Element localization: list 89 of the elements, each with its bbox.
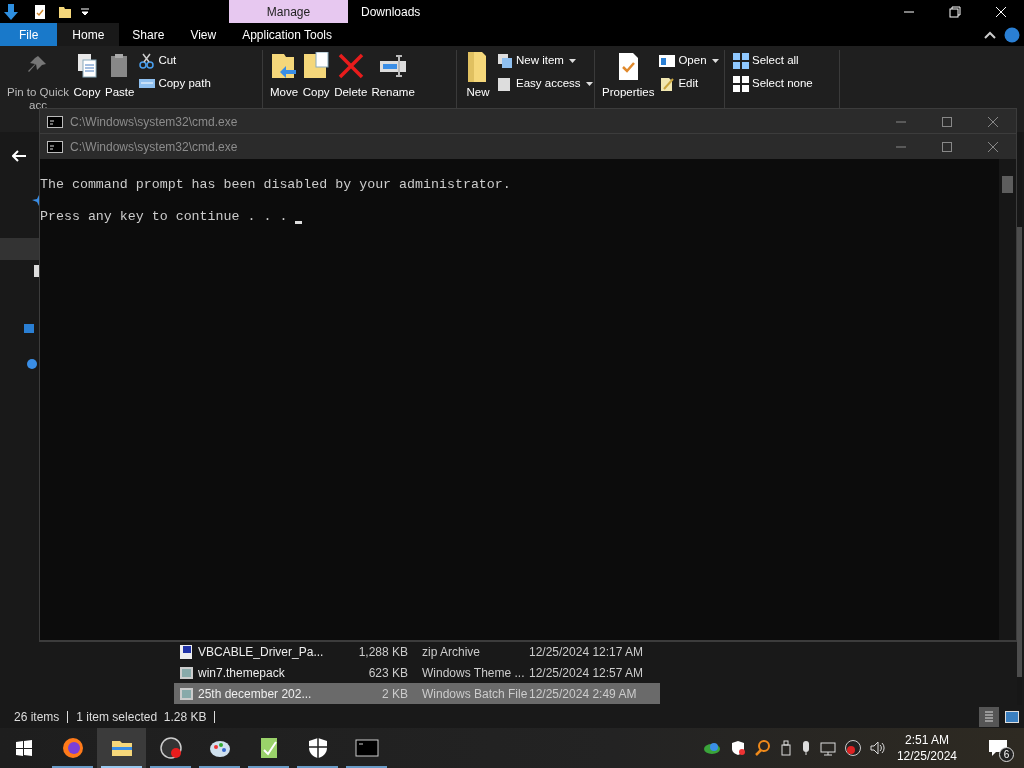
ribbon-button[interactable]: Edit: [659, 75, 719, 93]
ribbon-tab[interactable]: Home: [57, 23, 120, 46]
ribbon-tab[interactable]: File: [0, 23, 58, 46]
maximize-icon: [941, 140, 953, 153]
file-date: 12/25/2024 2:49 AM: [529, 685, 637, 703]
ribbon-tab[interactable]: Application Tools: [229, 23, 346, 46]
select-all-icon: [733, 52, 749, 69]
open-icon: [659, 52, 676, 69]
dropdown-caret-icon: [711, 58, 719, 63]
taskbar-app[interactable]: [97, 728, 146, 768]
window-title: C:\Windows\system32\cmd.exe: [70, 113, 238, 131]
file-row[interactable]: 25th december 202... 2 KB Windows Batch File 12/25/2024 2:49 AM: [174, 683, 660, 704]
file-size: 1,288 KB: [357, 643, 408, 661]
ribbon-button[interactable]: New: [463, 50, 493, 99]
maximize-icon: [941, 115, 953, 128]
context-tab-header: Manage: [229, 0, 348, 23]
file-name: 25th december 202...: [197, 685, 313, 703]
usb-icon: [779, 740, 792, 756]
ribbon-button[interactable]: Copy: [72, 50, 102, 99]
window-title: Downloads: [360, 3, 422, 21]
scrollbar[interactable]: [999, 159, 1016, 640]
status-text: 1 item selected 1.28 KB: [76, 709, 207, 726]
record-icon: [844, 740, 861, 756]
ribbon-button[interactable]: Copy: [301, 50, 332, 99]
ribbon-button[interactable]: Cut: [139, 52, 211, 70]
close-icon: [995, 5, 1007, 18]
file-name: VBCABLE_Driver_Pa...: [197, 643, 325, 661]
ribbon-button[interactable]: Select none: [733, 75, 813, 93]
file-size: 2 KB: [381, 685, 408, 703]
security-icon: [729, 740, 746, 756]
download-arrow-icon: [4, 3, 18, 20]
ribbon-button[interactable]: Move: [269, 50, 300, 99]
ribbon-button[interactable]: Rename: [370, 50, 416, 99]
notifications-button[interactable]: 6: [980, 728, 1016, 768]
browser-icon: [60, 736, 85, 760]
notification-count: 6: [999, 747, 1014, 762]
back-arrow-icon: [12, 150, 26, 162]
text-cursor: [295, 221, 303, 224]
ribbon-button[interactable]: Copy path: [139, 75, 211, 93]
file-date: 12/25/2024 12:17 AM: [529, 643, 644, 661]
volume-icon: [869, 740, 886, 756]
new-item-icon: [497, 52, 513, 69]
file-type: Windows Batch File: [421, 685, 529, 703]
ribbon-button[interactable]: Properties: [601, 50, 656, 99]
close-icon: [987, 115, 999, 128]
window-title: C:\Windows\system32\cmd.exe: [70, 138, 238, 156]
scissors-icon: [139, 52, 156, 69]
customize-caret-icon: [80, 6, 90, 17]
dropdown-caret-icon: [568, 58, 576, 63]
ribbon-button[interactable]: Open: [659, 52, 719, 70]
file-type: Windows Theme ...: [421, 664, 526, 682]
ribbon-button[interactable]: Paste: [104, 50, 136, 99]
dropdown-caret-icon: [585, 81, 593, 86]
record-icon: [158, 736, 183, 760]
file-icon: [178, 685, 194, 702]
select-none-icon: [733, 75, 749, 92]
edit-icon: [659, 75, 676, 92]
properties-icon: [34, 3, 46, 20]
terminal-icon: [47, 115, 63, 128]
ribbon-tab[interactable]: Share: [119, 23, 178, 46]
terminal-icon: [47, 140, 63, 153]
file-name: win7.themepack: [197, 664, 286, 682]
tiles-icon: [1005, 711, 1019, 723]
file-icon: [178, 664, 194, 681]
collapse-ribbon-icon: [984, 29, 996, 40]
file-date: 12/25/2024 12:57 AM: [529, 664, 644, 682]
console-line: The command prompt has been disabled by your administrator.: [40, 177, 511, 193]
restore-icon: [949, 5, 961, 18]
console-line: Press any key to continue . . .: [40, 209, 289, 225]
magnifier-icon: [754, 740, 771, 756]
file-icon: [178, 643, 194, 660]
ribbon-button[interactable]: Delete: [333, 50, 369, 99]
file-type: zip Archive: [421, 643, 482, 661]
clock[interactable]: 2:51 AM 12/25/2024: [894, 732, 959, 764]
file-size: 623 KB: [367, 664, 408, 682]
ribbon-button[interactable]: Select all: [733, 52, 813, 70]
terminal-icon: [354, 736, 379, 760]
easy-access-icon: [497, 75, 513, 92]
close-icon: [987, 140, 999, 153]
windows-logo-icon: [16, 740, 32, 756]
status-text: 26 items: [13, 709, 60, 726]
folder-icon: [58, 4, 72, 19]
ribbon-button[interactable]: Easy access: [497, 75, 593, 93]
ribbon-button[interactable]: New item: [497, 52, 593, 70]
microphone-icon: [800, 740, 811, 756]
file-row[interactable]: VBCABLE_Driver_Pa... 1,288 KB zip Archive 12/25/2024 12:17 AM: [174, 641, 660, 662]
ribbon-tab[interactable]: View: [177, 23, 230, 46]
file-row[interactable]: win7.themepack 623 KB Windows Theme ... 12/25/2024 12:57 AM: [174, 662, 660, 683]
list-icon: [985, 711, 993, 723]
